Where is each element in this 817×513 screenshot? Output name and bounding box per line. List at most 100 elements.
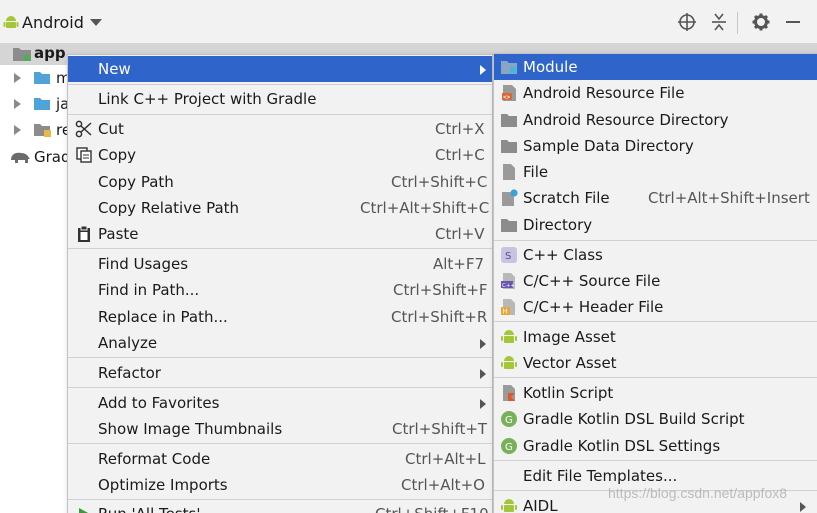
menu-item-android-resource-directory[interactable]: Android Resource Directory — [494, 107, 817, 133]
submenu-arrow-icon — [480, 339, 486, 349]
submenu-arrow-icon — [480, 369, 486, 379]
menu-item-label: Android Resource File — [523, 84, 685, 102]
svg-text:G: G — [505, 415, 513, 426]
menu-item-label: Copy Path — [98, 173, 174, 191]
menu-divider — [68, 84, 492, 85]
file-icon — [503, 164, 515, 180]
gradle-elephant-icon — [11, 152, 30, 163]
menu-item-label: Find Usages — [98, 255, 189, 273]
menu-item-cut[interactable]: Cut Ctrl+X — [68, 116, 492, 142]
menu-item-scratch-file[interactable]: Scratch File Ctrl+Alt+Shift+Insert — [494, 185, 817, 211]
menu-item-analyze[interactable]: Analyze — [68, 330, 492, 356]
menu-item-cpp-class[interactable]: S C++ Class — [494, 242, 817, 268]
menu-item-label: Optimize Imports — [98, 476, 228, 494]
submenu-arrow-icon — [800, 502, 806, 512]
menu-item-find-usages[interactable]: Find Usages Alt+F7 — [68, 251, 492, 277]
chevron-down-icon[interactable] — [90, 19, 102, 26]
menu-item-show-image-thumbnails[interactable]: Show Image Thumbnails Ctrl+Shift+T — [68, 416, 492, 442]
menu-item-image-asset[interactable]: Image Asset — [494, 324, 817, 350]
gradle-icon: G — [501, 438, 517, 454]
menu-item-android-resource-file[interactable]: <> Android Resource File — [494, 80, 817, 106]
menu-item-optimize-imports[interactable]: Optimize Imports Ctrl+Alt+O — [68, 472, 492, 498]
menu-item-label: Edit File Templates... — [523, 467, 678, 485]
menu-divider — [494, 377, 817, 378]
menu-item-kotlin-script[interactable]: Kotlin Script — [494, 380, 817, 406]
menu-item-gradle-kotlin-dsl-settings[interactable]: G Gradle Kotlin DSL Settings — [494, 433, 817, 459]
menu-item-replace-in-path[interactable]: Replace in Path... Ctrl+Shift+R — [68, 304, 492, 330]
menu-item-reformat-code[interactable]: Reformat Code Ctrl+Alt+L — [68, 446, 492, 472]
resource-folder-icon — [34, 124, 51, 137]
kotlin-icon — [503, 385, 515, 401]
android-icon — [501, 499, 517, 512]
menu-item-paste[interactable]: Paste Ctrl+V — [68, 221, 492, 247]
expand-arrow-icon[interactable] — [14, 125, 21, 135]
project-context-menu: New Link C++ Project with Gradle Cut Ctr… — [67, 54, 493, 513]
new-submenu: Module <> Android Resource File Android … — [493, 53, 817, 513]
menu-item-label: Vector Asset — [523, 354, 617, 372]
menu-item-shortcut: Ctrl+Alt+L — [405, 450, 486, 468]
folder-icon — [34, 72, 50, 84]
menu-item-module[interactable]: Module — [494, 54, 817, 80]
cpp-source-icon: C++ — [501, 273, 515, 289]
expand-arrow-icon[interactable] — [14, 99, 21, 109]
menu-item-shortcut: Ctrl+Shift+T — [392, 420, 488, 438]
menu-item-label: C/C++ Source File — [523, 272, 661, 290]
menu-item-shortcut: Ctrl+Shift+F — [393, 281, 488, 299]
tree-item-gradle-scripts[interactable]: Grad — [34, 148, 71, 166]
menu-divider — [68, 357, 492, 358]
watermark: https://blog.csdn.net/appfox8 — [608, 485, 788, 501]
menu-item-copy-relative-path[interactable]: Copy Relative Path Ctrl+Alt+Shift+C — [68, 195, 492, 221]
menu-item-label: C++ Class — [523, 246, 603, 264]
menu-item-vector-asset[interactable]: Vector Asset — [494, 350, 817, 376]
menu-item-refactor[interactable]: Refactor — [68, 360, 492, 386]
project-view-selector[interactable]: Android — [22, 13, 84, 32]
submenu-arrow-icon — [480, 399, 486, 409]
menu-item-gradle-kotlin-dsl-build-script[interactable]: G Gradle Kotlin DSL Build Script — [494, 406, 817, 432]
menu-item-label: Android Resource Directory — [523, 111, 729, 129]
target-icon[interactable] — [677, 12, 697, 32]
menu-item-sample-data-directory[interactable]: Sample Data Directory — [494, 133, 817, 159]
menu-item-label: Module — [523, 58, 578, 76]
menu-item-shortcut: Ctrl+Shift+C — [391, 173, 488, 191]
android-icon — [501, 356, 517, 369]
menu-item-label: Kotlin Script — [523, 384, 614, 402]
svg-text:<>: <> — [503, 94, 511, 101]
menu-item-label: Analyze — [98, 334, 158, 352]
menu-item-label: Refactor — [98, 364, 161, 382]
menu-item-link-cpp[interactable]: Link C++ Project with Gradle — [68, 86, 492, 112]
resource-file-icon: <> — [502, 85, 516, 101]
menu-item-directory[interactable]: Directory — [494, 212, 817, 238]
menu-item-cpp-source-file[interactable]: C++ C/C++ Source File — [494, 268, 817, 294]
android-icon — [501, 330, 517, 343]
gear-icon[interactable] — [751, 12, 771, 32]
menu-divider — [68, 499, 492, 500]
module-folder-icon — [501, 61, 517, 74]
folder-icon — [34, 98, 50, 110]
folder-icon — [501, 114, 517, 127]
scratch-file-icon — [502, 189, 518, 206]
tree-item-app[interactable]: app — [34, 44, 66, 62]
menu-item-shortcut: Ctrl+C — [435, 146, 485, 164]
menu-item-run-all-tests[interactable]: Run 'All Tests' Ctrl+Shift+F10 — [68, 501, 492, 513]
menu-item-file[interactable]: File — [494, 159, 817, 185]
menu-item-shortcut: Ctrl+X — [435, 120, 485, 138]
collapse-icon[interactable] — [709, 12, 729, 32]
menu-item-new[interactable]: New — [68, 56, 492, 82]
menu-item-label: Run 'All Tests' — [98, 505, 201, 513]
menu-item-copy-path[interactable]: Copy Path Ctrl+Shift+C — [68, 169, 492, 195]
menu-item-label: Add to Favorites — [98, 394, 220, 412]
minimize-icon[interactable] — [783, 12, 803, 32]
menu-item-label: Directory — [523, 216, 593, 234]
menu-item-add-to-favorites[interactable]: Add to Favorites — [68, 390, 492, 416]
submenu-arrow-icon — [480, 65, 486, 75]
menu-item-find-in-path[interactable]: Find in Path... Ctrl+Shift+F — [68, 277, 492, 303]
menu-item-shortcut: Ctrl+Shift+R — [391, 308, 488, 326]
expand-arrow-icon[interactable] — [14, 73, 21, 83]
menu-item-copy[interactable]: Copy Ctrl+C — [68, 142, 492, 168]
project-toolbar: Android — [0, 0, 817, 44]
menu-item-label: Paste — [98, 225, 139, 243]
menu-item-cpp-header-file[interactable]: H C/C++ Header File — [494, 294, 817, 320]
svg-text:S: S — [505, 251, 511, 262]
run-icon — [79, 508, 89, 513]
menu-item-shortcut: Ctrl+V — [435, 225, 485, 243]
